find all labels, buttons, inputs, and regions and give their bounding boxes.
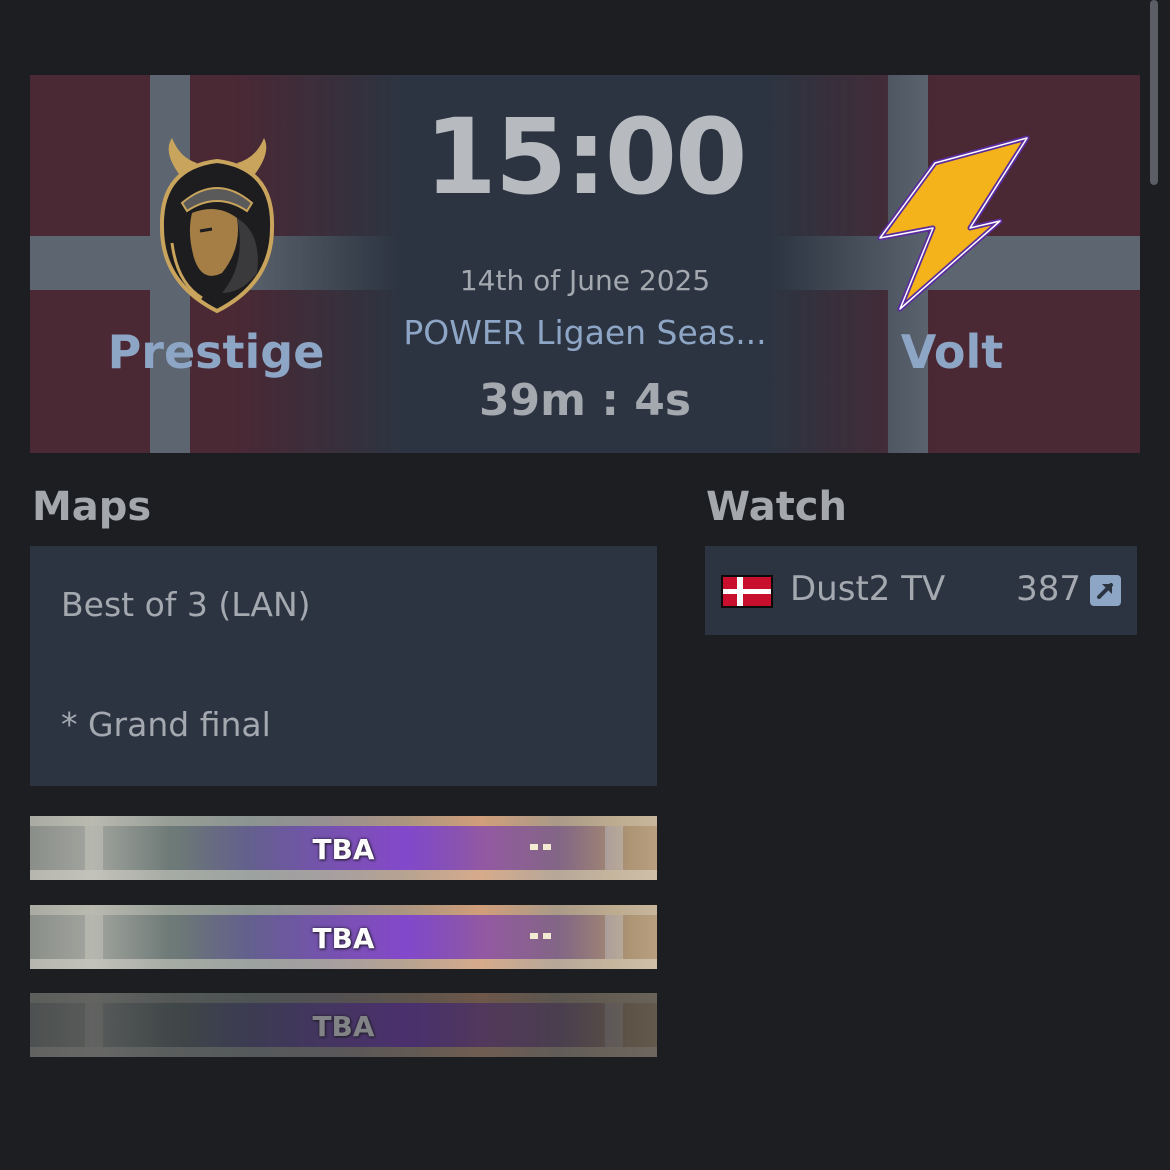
- maps-info-panel: Best of 3 (LAN) * Grand final: [30, 546, 657, 786]
- scrollbar-thumb[interactable]: [1150, 0, 1158, 185]
- match-time: 15:00: [424, 96, 747, 218]
- map-banner[interactable]: TBA: [30, 993, 657, 1057]
- stream-viewer-count: 387: [1016, 569, 1081, 609]
- stream-link[interactable]: Dust2 TV 387: [705, 546, 1137, 635]
- maps-note: * Grand final: [61, 705, 271, 744]
- event-link[interactable]: POWER Ligaen Seas...: [360, 313, 810, 352]
- maps-format: Best of 3 (LAN): [61, 585, 311, 624]
- external-link-icon[interactable]: [1090, 575, 1121, 606]
- match-date: 14th of June 2025: [459, 264, 711, 297]
- map-name: TBA: [312, 833, 375, 866]
- lion-viking-logo-icon[interactable]: [142, 133, 292, 318]
- map-name: TBA: [312, 1010, 375, 1043]
- team-right-name[interactable]: Volt: [802, 325, 1102, 379]
- lightning-bolt-logo-icon[interactable]: [875, 133, 1035, 313]
- map-name: TBA: [312, 922, 375, 955]
- maps-heading: Maps: [32, 484, 152, 530]
- map-banner[interactable]: TBA: [30, 816, 657, 880]
- stream-name: Dust2 TV: [790, 569, 946, 609]
- match-header: Prestige Volt 15:00 14th of June 2025 PO…: [30, 75, 1140, 453]
- team-left-name[interactable]: Prestige: [66, 325, 366, 379]
- watch-heading: Watch: [706, 484, 847, 530]
- match-countdown: 39m : 4s: [478, 375, 692, 426]
- map-banner[interactable]: TBA: [30, 905, 657, 969]
- scrollbar[interactable]: [1150, 0, 1158, 1170]
- denmark-flag-icon: [721, 575, 773, 608]
